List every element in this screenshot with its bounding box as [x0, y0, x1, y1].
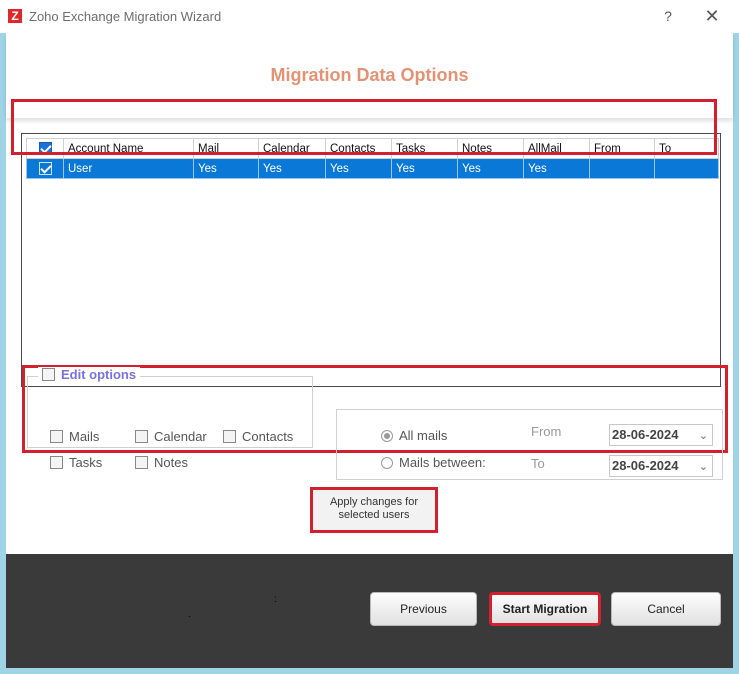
notes-checkbox[interactable] [135, 456, 148, 469]
cell-notes[interactable]: Yes [457, 158, 524, 179]
mails-between-radio[interactable] [381, 456, 393, 469]
from-date-picker[interactable]: 28-06-2024 ⌄ [609, 424, 713, 446]
option-notes[interactable]: Notes [135, 455, 188, 470]
col-notes[interactable]: Notes [457, 138, 524, 159]
cell-contacts[interactable]: Yes [325, 158, 392, 179]
help-button[interactable]: ? [660, 6, 676, 26]
all-mails-radio-option[interactable]: All mails [381, 428, 447, 443]
cell-to[interactable] [654, 158, 719, 179]
contacts-checkbox[interactable] [223, 430, 236, 443]
edit-options-label: Edit options [61, 367, 137, 382]
select-all-cell[interactable] [26, 138, 64, 159]
chevron-down-icon[interactable]: ⌄ [699, 428, 708, 444]
edit-options-checkbox[interactable] [42, 368, 55, 381]
cell-from[interactable] [589, 158, 655, 179]
table-row[interactable]: User Yes Yes Yes Yes Yes Yes [26, 158, 719, 179]
cell-allmail[interactable]: Yes [523, 158, 590, 179]
col-from[interactable]: From [589, 138, 655, 159]
tasks-label: Tasks [69, 455, 103, 470]
accounts-table: Account Name Mail Calendar Contacts Task… [26, 138, 719, 179]
from-label: From [531, 424, 562, 439]
mails-between-radio-option[interactable]: Mails between: [381, 455, 486, 470]
to-date-picker[interactable]: 28-06-2024 ⌄ [609, 455, 713, 477]
col-mail[interactable]: Mail [193, 138, 259, 159]
page-title: Migration Data Options [270, 65, 469, 85]
option-contacts[interactable]: Contacts [223, 429, 293, 444]
app-window: Z Zoho Exchange Migration Wizard ? ✕ Mig… [0, 0, 739, 674]
grid-header-row: Account Name Mail Calendar Contacts Task… [26, 138, 719, 159]
to-date-value: 28-06-2024 [612, 458, 679, 473]
tasks-checkbox[interactable] [50, 456, 63, 469]
footer-dot: . [188, 609, 191, 620]
accounts-grid[interactable]: Account Name Mail Calendar Contacts Task… [21, 133, 721, 387]
notes-label: Notes [154, 455, 188, 470]
window-title: Zoho Exchange Migration Wizard [29, 9, 222, 24]
cancel-button[interactable]: Cancel [611, 592, 721, 626]
all-mails-label: All mails [399, 428, 448, 443]
col-to[interactable]: To [654, 138, 719, 159]
col-allmail[interactable]: AllMail [523, 138, 590, 159]
apply-line-1: Apply changes for [329, 496, 419, 508]
title-bar: Z Zoho Exchange Migration Wizard ? ✕ [0, 0, 739, 33]
from-date-value: 28-06-2024 [612, 427, 679, 442]
option-mails[interactable]: Mails [50, 429, 99, 444]
select-all-checkbox[interactable] [38, 142, 52, 155]
mails-checkbox[interactable] [50, 430, 63, 443]
calendar-label: Calendar [154, 429, 207, 444]
mails-label: Mails [69, 429, 100, 444]
chevron-down-icon[interactable]: ⌄ [699, 459, 708, 475]
mails-between-label: Mails between: [399, 455, 486, 470]
contacts-label: Contacts [242, 429, 294, 444]
row-checkbox-cell[interactable] [26, 158, 64, 179]
cell-tasks[interactable]: Yes [391, 158, 458, 179]
col-account-name[interactable]: Account Name [63, 138, 194, 159]
start-migration-button[interactable]: Start Migration [489, 592, 601, 626]
cell-mail[interactable]: Yes [193, 158, 259, 179]
col-contacts[interactable]: Contacts [325, 138, 392, 159]
option-tasks[interactable]: Tasks [50, 455, 102, 470]
previous-button[interactable]: Previous [370, 592, 477, 626]
cell-account-name[interactable]: User [63, 158, 194, 179]
row-checkbox[interactable] [38, 162, 52, 175]
edit-options-legend[interactable]: Edit options [38, 367, 141, 382]
col-calendar[interactable]: Calendar [258, 138, 326, 159]
apply-line-2: selected users [338, 509, 410, 521]
col-tasks[interactable]: Tasks [391, 138, 458, 159]
footer-colon: : [274, 594, 277, 605]
all-mails-radio[interactable] [381, 429, 393, 442]
zoho-logo-icon: Z [8, 9, 22, 23]
option-calendar[interactable]: Calendar [135, 429, 207, 444]
header-band: Migration Data Options [6, 33, 733, 118]
apply-changes-button[interactable]: Apply changes for selected users [310, 487, 438, 533]
cell-calendar[interactable]: Yes [258, 158, 326, 179]
close-button[interactable]: ✕ [701, 5, 723, 27]
calendar-checkbox[interactable] [135, 430, 148, 443]
to-label: To [531, 456, 545, 471]
